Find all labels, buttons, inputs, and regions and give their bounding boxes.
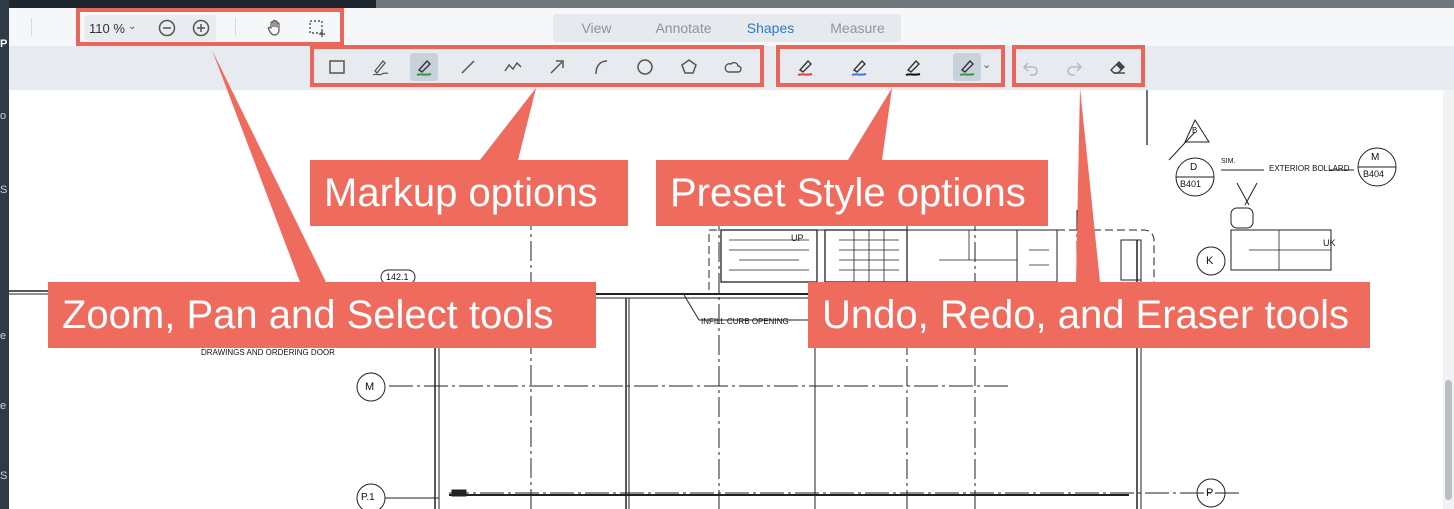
- mode-tabs: View Annotate Shapes Measure: [553, 14, 901, 42]
- drawing-note-sim: SIM.: [1221, 158, 1236, 165]
- drawing-tag-142: 142.1: [386, 272, 409, 282]
- detail-callout-sheet: B401: [1180, 179, 1202, 189]
- strip-label: e: [0, 400, 7, 412]
- drawing-note-bollard: EXTERIOR BOLLARD: [1269, 164, 1350, 173]
- drawing-note-up: UP: [791, 233, 804, 243]
- tab-shapes[interactable]: Shapes: [727, 14, 814, 42]
- callout-preset-label: Preset Style options: [656, 160, 1048, 226]
- strip-label: S: [0, 184, 8, 196]
- callout-frame-undo: [1012, 45, 1145, 87]
- drawing-note-door: DRAWINGS AND ORDERING DOOR: [201, 348, 335, 357]
- revision-tag: B: [1192, 126, 1198, 135]
- drawing-note-infill: INFILL CURB OPENING: [701, 317, 789, 326]
- window-top-edge: [0, 0, 376, 8]
- side-panel-strip: P o S e e S: [0, 0, 9, 509]
- scrollbar-thumb[interactable]: [1445, 380, 1452, 500]
- callout-frame-markup: [310, 45, 764, 87]
- detail-callout-sheet: B404: [1363, 169, 1385, 179]
- callout-zoom-label: Zoom, Pan and Select tools: [48, 282, 596, 348]
- strip-label: S: [0, 470, 8, 482]
- grid-bubble-k: K: [1206, 255, 1214, 267]
- tab-annotate[interactable]: Annotate: [640, 14, 727, 42]
- grid-bubble-m: M: [365, 381, 375, 393]
- callout-frame-preset: [776, 45, 1005, 87]
- strip-label: P: [0, 38, 8, 50]
- detail-callout-letter: M: [1371, 152, 1380, 163]
- detail-callout-letter: D: [1190, 162, 1198, 173]
- callout-markup-label: Markup options: [310, 160, 628, 226]
- strip-label: o: [0, 110, 7, 122]
- drawing-note-uk: UK: [1323, 238, 1336, 248]
- tab-measure[interactable]: Measure: [814, 14, 901, 42]
- callout-undo-label: Undo, Redo, and Eraser tools: [808, 282, 1370, 348]
- grid-bubble-p: P: [1206, 487, 1214, 499]
- window-top-edge-gray: [376, 0, 1454, 8]
- callout-frame-zoom: [76, 8, 344, 46]
- strip-label: e: [0, 330, 7, 342]
- toolbar-divider: [31, 18, 32, 36]
- grid-bubble-p1: P.1: [361, 492, 375, 503]
- tab-view[interactable]: View: [553, 14, 640, 42]
